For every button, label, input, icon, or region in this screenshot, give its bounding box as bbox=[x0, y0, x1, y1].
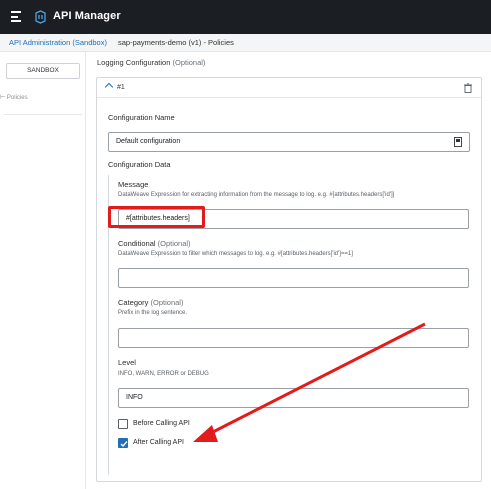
config-name-label: Configuration Name bbox=[108, 113, 175, 122]
category-help: Prefix in the log sentence. bbox=[118, 310, 188, 316]
level-help: INFO, WARN, ERROR or DEBUG bbox=[118, 371, 209, 377]
message-help: DataWeave Expression for extracting info… bbox=[118, 192, 395, 198]
level-label: Level bbox=[118, 358, 136, 367]
sidebar-divider bbox=[4, 114, 82, 115]
before-calling-label: Before Calling API bbox=[133, 420, 190, 427]
after-calling-label: After Calling API bbox=[133, 439, 184, 446]
category-input[interactable] bbox=[118, 328, 469, 348]
config-name-input[interactable]: Default configuration bbox=[108, 132, 470, 152]
sidebar: SANDBOX ⊢ Policies bbox=[0, 52, 86, 489]
category-label-text: Category bbox=[118, 298, 149, 307]
conditional-label-text: Conditional bbox=[118, 239, 156, 248]
environment-button[interactable]: SANDBOX bbox=[6, 63, 80, 79]
conditional-input[interactable] bbox=[118, 268, 469, 288]
sidebar-item-policies[interactable]: ⊢ Policies bbox=[0, 94, 28, 101]
section-title: Logging Configuration (Optional) bbox=[97, 58, 205, 67]
trash-icon[interactable] bbox=[464, 83, 472, 93]
level-input[interactable]: INFO bbox=[118, 388, 469, 408]
category-optional: (Optional) bbox=[150, 298, 184, 307]
message-highlight-box bbox=[108, 206, 205, 228]
level-value: INFO bbox=[126, 394, 143, 401]
menu-icon[interactable] bbox=[11, 11, 23, 22]
section-title-text: Logging Configuration bbox=[97, 58, 171, 67]
keyboard-icon bbox=[454, 137, 462, 147]
message-label: Message bbox=[118, 180, 149, 189]
after-calling-checkbox[interactable] bbox=[118, 438, 128, 448]
checkmark-icon bbox=[120, 441, 128, 448]
conditional-label: Conditional (Optional) bbox=[118, 239, 191, 248]
top-navigation-bar: API Manager bbox=[0, 0, 491, 34]
conditional-help: DataWeave Expression to filter which mes… bbox=[118, 251, 353, 257]
before-calling-checkbox[interactable] bbox=[118, 419, 128, 429]
panel-header: #1 bbox=[97, 78, 481, 98]
config-data-label: Configuration Data bbox=[108, 160, 171, 169]
config-name-value: Default configuration bbox=[116, 138, 181, 145]
breadcrumb: API Administration (Sandbox) sap-payment… bbox=[0, 34, 491, 52]
breadcrumb-current: sap-payments-demo (v1) - Policies bbox=[118, 38, 234, 47]
collapse-chevron-icon[interactable] bbox=[104, 82, 114, 92]
app-title: API Manager bbox=[53, 10, 121, 22]
api-manager-logo-icon bbox=[35, 10, 46, 24]
category-label: Category (Optional) bbox=[118, 298, 183, 307]
panel-number: #1 bbox=[117, 84, 125, 91]
conditional-optional: (Optional) bbox=[157, 239, 191, 248]
configuration-panel: #1 Configuration Name Default configurat… bbox=[96, 77, 482, 482]
breadcrumb-root-link[interactable]: API Administration (Sandbox) bbox=[9, 38, 107, 47]
section-title-optional: (Optional) bbox=[172, 58, 206, 67]
